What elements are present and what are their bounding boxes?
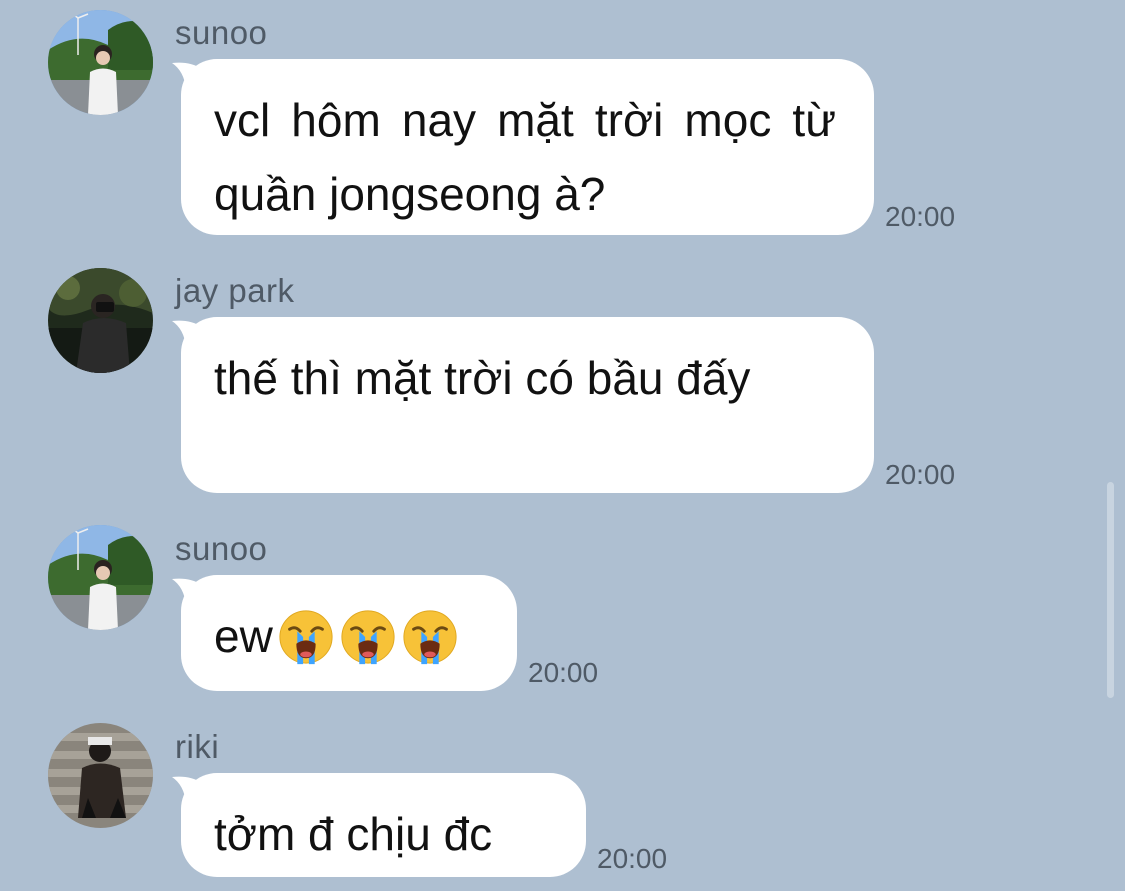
message-time: 20:00 bbox=[885, 459, 956, 490]
sunoo-avatar-photo-icon bbox=[48, 525, 153, 630]
message-text: thế thì mặt trời có bầu đấy bbox=[214, 352, 751, 404]
sender-name: riki bbox=[175, 728, 220, 765]
bubble-tail-icon bbox=[172, 320, 212, 347]
sender-name: sunoo bbox=[175, 530, 268, 567]
scrollbar[interactable] bbox=[1107, 482, 1114, 698]
loudly-crying-face-icon bbox=[277, 608, 335, 666]
loudly-crying-face-icon bbox=[339, 608, 397, 666]
jay-avatar-photo-icon bbox=[48, 268, 153, 373]
bubble-tail-icon bbox=[172, 62, 212, 89]
avatar-sunoo[interactable] bbox=[48, 10, 153, 115]
avatar-jay-park[interactable] bbox=[48, 268, 153, 373]
loudly-crying-face-icon bbox=[401, 608, 459, 666]
message-bubble[interactable]: tởm đ chịu đc bbox=[172, 773, 586, 877]
riki-avatar-photo-icon bbox=[48, 723, 153, 828]
sender-name: sunoo bbox=[175, 14, 268, 51]
message-bubble[interactable]: vcl hôm nay mặt trời mọc từ quần jongseo… bbox=[172, 59, 874, 235]
message-time: 20:00 bbox=[597, 843, 668, 874]
bubble-tail-icon bbox=[172, 776, 212, 803]
sunoo-avatar-photo-icon bbox=[48, 10, 153, 115]
message-bubble[interactable]: thế thì mặt trời có bầu đấy bbox=[172, 317, 874, 493]
message-text: ew bbox=[214, 610, 273, 662]
chat-thread[interactable]: sunoo vcl hôm nay mặt trời mọc từ quần j… bbox=[0, 0, 1125, 891]
message-bubble[interactable]: ew bbox=[172, 575, 517, 691]
message-time: 20:00 bbox=[528, 657, 599, 688]
message-text: vcl hôm nay mặt trời mọc từ quần jongseo… bbox=[214, 94, 849, 220]
bubble-tail-icon bbox=[172, 578, 212, 605]
message-time: 20:00 bbox=[885, 201, 956, 232]
avatar-sunoo[interactable] bbox=[48, 525, 153, 630]
message-text: tởm đ chịu đc bbox=[214, 808, 493, 860]
sender-name: jay park bbox=[175, 272, 295, 309]
avatar-riki[interactable] bbox=[48, 723, 153, 828]
